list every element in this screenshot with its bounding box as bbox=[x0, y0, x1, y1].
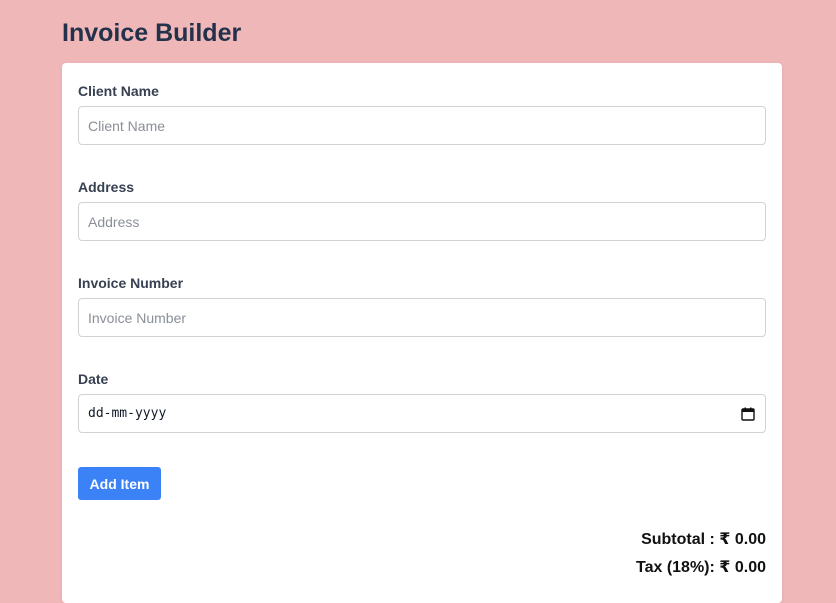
invoice-form-card: Client Name Address Invoice Number Date … bbox=[62, 63, 782, 603]
date-field: Date dd-mm-yyyy bbox=[78, 370, 766, 433]
address-label: Address bbox=[78, 179, 135, 195]
address-input[interactable] bbox=[78, 202, 766, 241]
subtotal-text: Subtotal : ₹ 0.00 bbox=[641, 531, 766, 548]
add-item-button[interactable]: Add Item bbox=[78, 467, 161, 500]
date-input[interactable]: dd-mm-yyyy bbox=[78, 394, 766, 433]
calendar-icon[interactable] bbox=[740, 406, 756, 422]
tax-text: Tax (18%): ₹ 0.00 bbox=[636, 559, 766, 576]
date-placeholder: dd-mm-yyyy bbox=[88, 406, 167, 421]
client-name-field: Client Name bbox=[78, 82, 766, 145]
address-field: Address bbox=[78, 178, 766, 241]
page-title: Invoice Builder bbox=[62, 19, 242, 47]
date-label: Date bbox=[78, 371, 109, 387]
invoice-number-label: Invoice Number bbox=[78, 275, 184, 291]
invoice-number-input[interactable] bbox=[78, 298, 766, 337]
invoice-number-field: Invoice Number bbox=[78, 274, 766, 337]
client-name-label: Client Name bbox=[78, 83, 159, 99]
client-name-input[interactable] bbox=[78, 106, 766, 145]
